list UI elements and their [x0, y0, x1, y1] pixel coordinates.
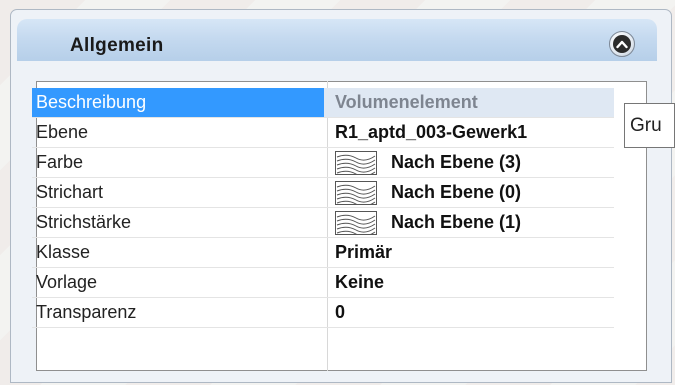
property-value[interactable]: Primär	[324, 238, 614, 268]
property-label[interactable]: Vorlage	[32, 268, 330, 298]
property-value-text: 0	[335, 302, 346, 322]
property-label[interactable]: Strichstärke	[32, 208, 330, 238]
property-label[interactable]: Strichart	[32, 178, 330, 208]
property-value-text: R1_aptd_003-Gewerk1	[335, 122, 528, 142]
property-value-text: Nach Ebene (3)	[391, 152, 522, 172]
property-value[interactable]: 0	[324, 298, 614, 328]
property-value[interactable]: Keine	[324, 268, 614, 298]
property-value-text: Nach Ebene (0)	[391, 182, 522, 202]
property-label[interactable]: Farbe	[32, 148, 330, 178]
property-value[interactable]: Nach Ebene (0)	[324, 178, 614, 208]
property-label[interactable]: Transparenz	[32, 298, 330, 328]
property-value[interactable]: Nach Ebene (3)	[324, 148, 614, 178]
property-value-text: Volumenelement	[335, 92, 478, 112]
property-value-text: Keine	[335, 272, 385, 292]
property-value[interactable]: R1_aptd_003-Gewerk1	[324, 118, 614, 148]
hatch-pattern-icon	[335, 180, 377, 205]
property-value-text: Primär	[335, 242, 393, 262]
property-value-text: Nach Ebene (1)	[391, 212, 522, 232]
property-label[interactable]: Ebene	[32, 118, 330, 148]
tooltip: Gru	[624, 103, 675, 148]
collapse-button[interactable]	[609, 31, 635, 57]
property-label[interactable]: Klasse	[32, 238, 330, 268]
hatch-pattern-icon	[335, 150, 377, 175]
hatch-pattern-icon	[335, 210, 377, 235]
panel-title: Allgemein	[70, 35, 164, 56]
property-value[interactable]: Nach Ebene (1)	[324, 208, 614, 238]
property-label[interactable]: Beschreibung	[32, 88, 330, 118]
chevron-up-circle-icon	[613, 35, 631, 53]
property-value[interactable]: Volumenelement	[324, 88, 614, 118]
